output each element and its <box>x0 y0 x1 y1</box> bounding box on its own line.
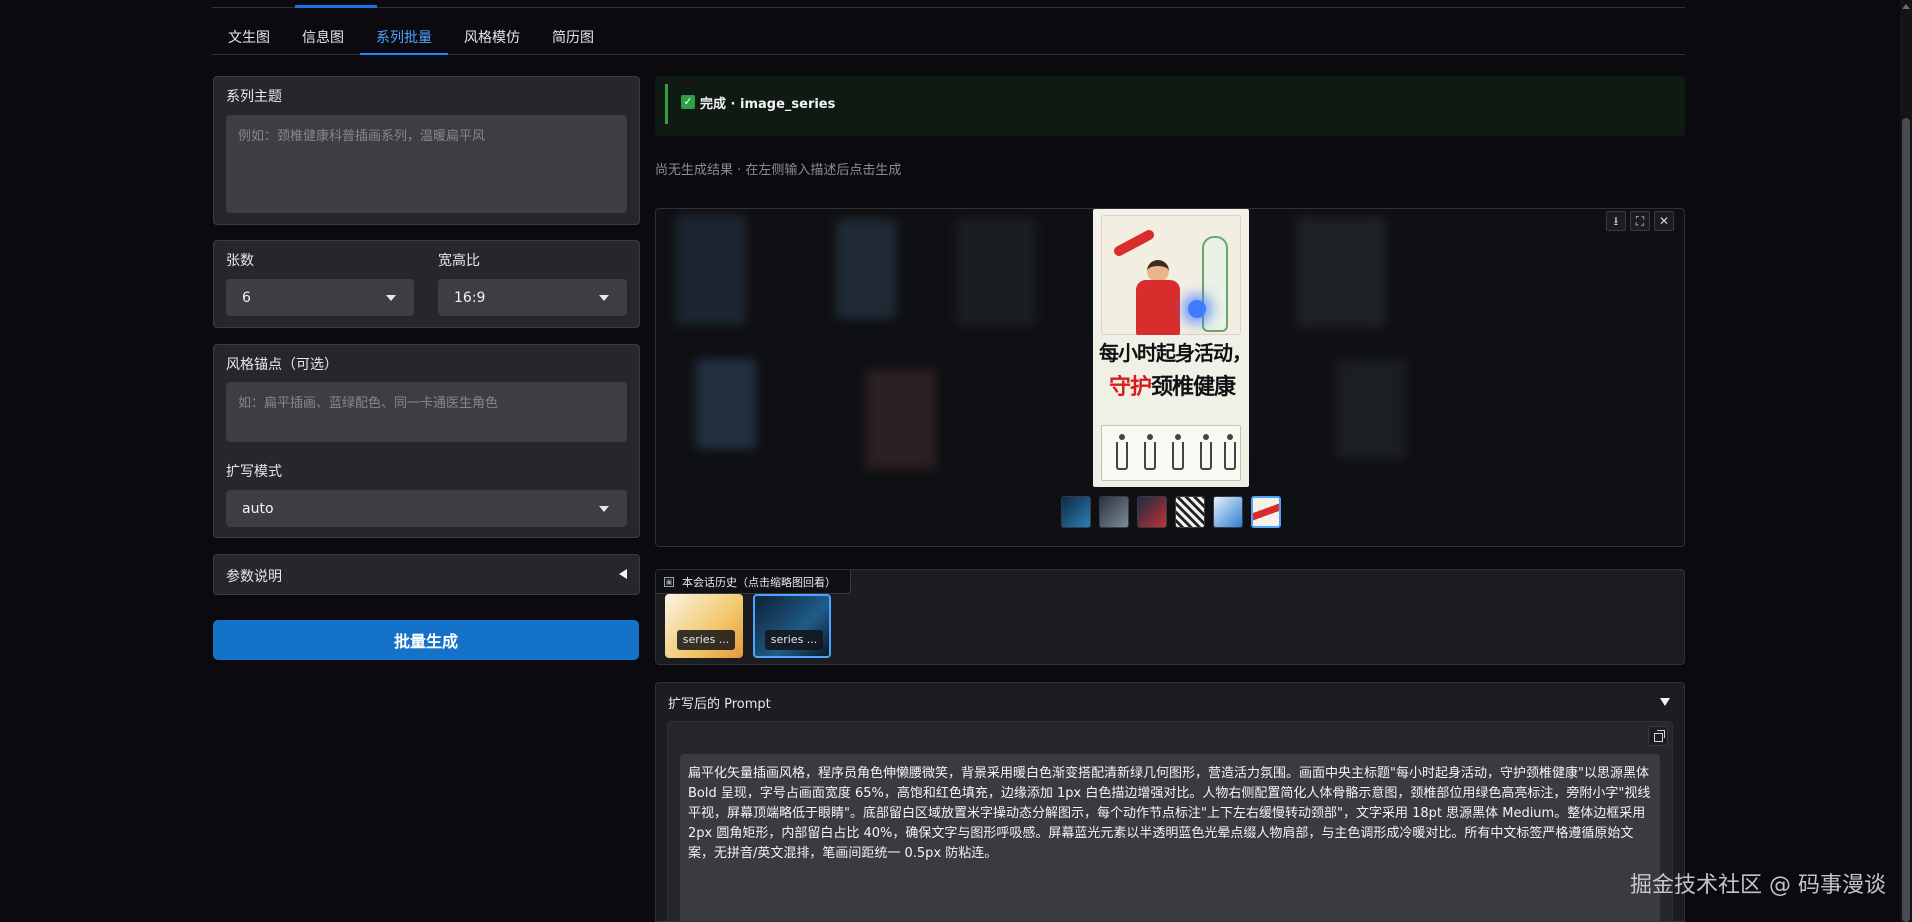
selected-poster-image[interactable]: 每小时起身活动， 守护颈椎健康 <box>1093 209 1249 487</box>
collapse-left-icon <box>619 569 627 579</box>
check-icon: ✓ <box>681 95 695 109</box>
top-divider-accent <box>295 5 377 8</box>
close-icon[interactable]: ✕ <box>1654 211 1674 231</box>
style-anchor-label: 风格锚点（可选） <box>226 357 338 373</box>
aspect-ratio-select[interactable]: 16:9 <box>438 279 627 316</box>
poster-title-rest: 颈椎健康 <box>1151 375 1236 400</box>
prompt-container: 扁平化矢量插画风格，程序员角色伸懒腰微笑，背景采用暖白色渐变搭配清新绿几何图形，… <box>667 721 1673 921</box>
tab-infographic[interactable]: 信息图 <box>286 24 360 55</box>
count-label: 张数 <box>226 253 254 269</box>
expand-mode-value: auto <box>242 500 274 517</box>
tab-text-to-image[interactable]: 文生图 <box>212 24 286 55</box>
thumbnail-6[interactable] <box>1251 496 1281 528</box>
thumbnail-5[interactable] <box>1213 496 1243 528</box>
thumbnail-3[interactable] <box>1137 496 1167 528</box>
status-accent-bar <box>665 84 668 124</box>
top-divider <box>212 7 1685 8</box>
blurred-preview <box>956 217 1036 327</box>
person-arm <box>1112 228 1156 258</box>
watermark: 掘金技术社区 @ 码事漫谈 <box>1630 873 1886 898</box>
count-value: 6 <box>242 289 251 306</box>
gallery-toolbar: ⭳ ⛶ ✕ <box>1606 211 1674 231</box>
tab-resume-image[interactable]: 简历图 <box>536 24 610 55</box>
poster-exercise-strip <box>1101 425 1241 481</box>
params-accordion[interactable]: 参数说明 <box>213 554 640 595</box>
blurred-preview <box>1296 217 1386 327</box>
poster-illustration <box>1101 215 1241 335</box>
tab-series-batch[interactable]: 系列批量 <box>360 24 448 55</box>
skeleton-figure <box>1202 236 1228 332</box>
exercise-figure <box>1172 434 1184 470</box>
image-gallery: 每小时起身活动， 守护颈椎健康 ⭳ ⛶ ✕ <box>655 208 1685 547</box>
history-item-2[interactable]: series ... <box>753 594 831 658</box>
poster-title-red: 守护 <box>1108 375 1152 400</box>
page-scrollbar[interactable] <box>1900 0 1912 922</box>
poster-title-line1: 每小时起身活动， <box>1099 341 1249 365</box>
thumbnail-4[interactable] <box>1175 496 1205 528</box>
history-label: ▣ 本会话历史（点击缩略图回看） <box>656 570 851 594</box>
blue-glow <box>1188 300 1206 318</box>
blurred-preview <box>1336 359 1406 459</box>
blurred-preview <box>866 369 936 469</box>
chevron-down-icon <box>386 295 396 301</box>
mode-tabs: 文生图 信息图 系列批量 风格模仿 简历图 <box>212 24 1685 55</box>
aspect-ratio-label: 宽高比 <box>438 253 480 269</box>
exercise-figure <box>1224 434 1236 470</box>
session-history: series ... series ... ▣ 本会话历史（点击缩略图回看） <box>655 569 1685 665</box>
batch-generate-button[interactable]: 批量生成 <box>213 620 639 660</box>
tab-style-imitation[interactable]: 风格模仿 <box>448 24 536 55</box>
copy-icon[interactable] <box>1648 726 1668 746</box>
history-label-text: 本会话历史（点击缩略图回看） <box>682 575 836 589</box>
empty-result-hint: 尚无生成结果 · 在左侧输入描述后点击生成 <box>655 163 902 178</box>
download-icon[interactable]: ⭳ <box>1606 211 1626 231</box>
params-label: 参数说明 <box>226 569 282 585</box>
history-item-caption: series ... <box>677 630 735 650</box>
person-body <box>1136 280 1180 335</box>
history-item-1[interactable]: series ... <box>665 594 743 658</box>
exercise-figure <box>1116 434 1128 470</box>
aspect-ratio-value: 16:9 <box>454 289 486 306</box>
expand-mode-select[interactable]: auto <box>226 490 627 527</box>
image-icon: ▣ <box>664 576 674 587</box>
gallery-thumbnails <box>656 496 1684 528</box>
expand-mode-label: 扩写模式 <box>226 464 282 480</box>
series-theme-input[interactable] <box>226 115 627 213</box>
chevron-down-icon <box>599 506 609 512</box>
exercise-figure <box>1200 434 1212 470</box>
style-anchor-panel: 风格锚点（可选） 扩写模式 auto <box>213 344 640 538</box>
count-select[interactable]: 6 <box>226 279 414 316</box>
poster-title-line2: 守护颈椎健康 <box>1099 369 1245 401</box>
count-aspect-panel: 张数 6 宽高比 16:9 <box>213 240 640 328</box>
series-theme-label: 系列主题 <box>226 89 282 105</box>
blurred-preview <box>676 215 746 325</box>
exercise-figure <box>1144 434 1156 470</box>
blurred-preview <box>836 219 896 319</box>
fullscreen-icon[interactable]: ⛶ <box>1630 211 1650 231</box>
style-anchor-input[interactable] <box>226 382 627 442</box>
prompt-title: 扩写后的 Prompt <box>668 697 771 712</box>
expanded-prompt-panel: 扩写后的 Prompt 扁平化矢量插画风格，程序员角色伸懒腰微笑，背景采用暖白色… <box>655 682 1685 922</box>
blurred-preview <box>696 359 756 449</box>
chevron-down-icon <box>599 295 609 301</box>
prompt-text[interactable]: 扁平化矢量插画风格，程序员角色伸懒腰微笑，背景采用暖白色渐变搭配清新绿几何图形，… <box>680 754 1660 921</box>
status-text: 完成 · image_series <box>700 97 836 112</box>
thumbnail-1[interactable] <box>1061 496 1091 528</box>
thumbnail-2[interactable] <box>1099 496 1129 528</box>
status-banner: ✓ 完成 · image_series <box>655 76 1685 136</box>
scroll-thumb[interactable] <box>1902 118 1910 922</box>
collapse-down-icon[interactable] <box>1660 698 1670 706</box>
series-theme-panel: 系列主题 <box>213 76 640 225</box>
history-item-caption: series ... <box>765 630 823 650</box>
person-head <box>1147 260 1169 282</box>
scroll-up-icon[interactable] <box>1902 4 1910 9</box>
